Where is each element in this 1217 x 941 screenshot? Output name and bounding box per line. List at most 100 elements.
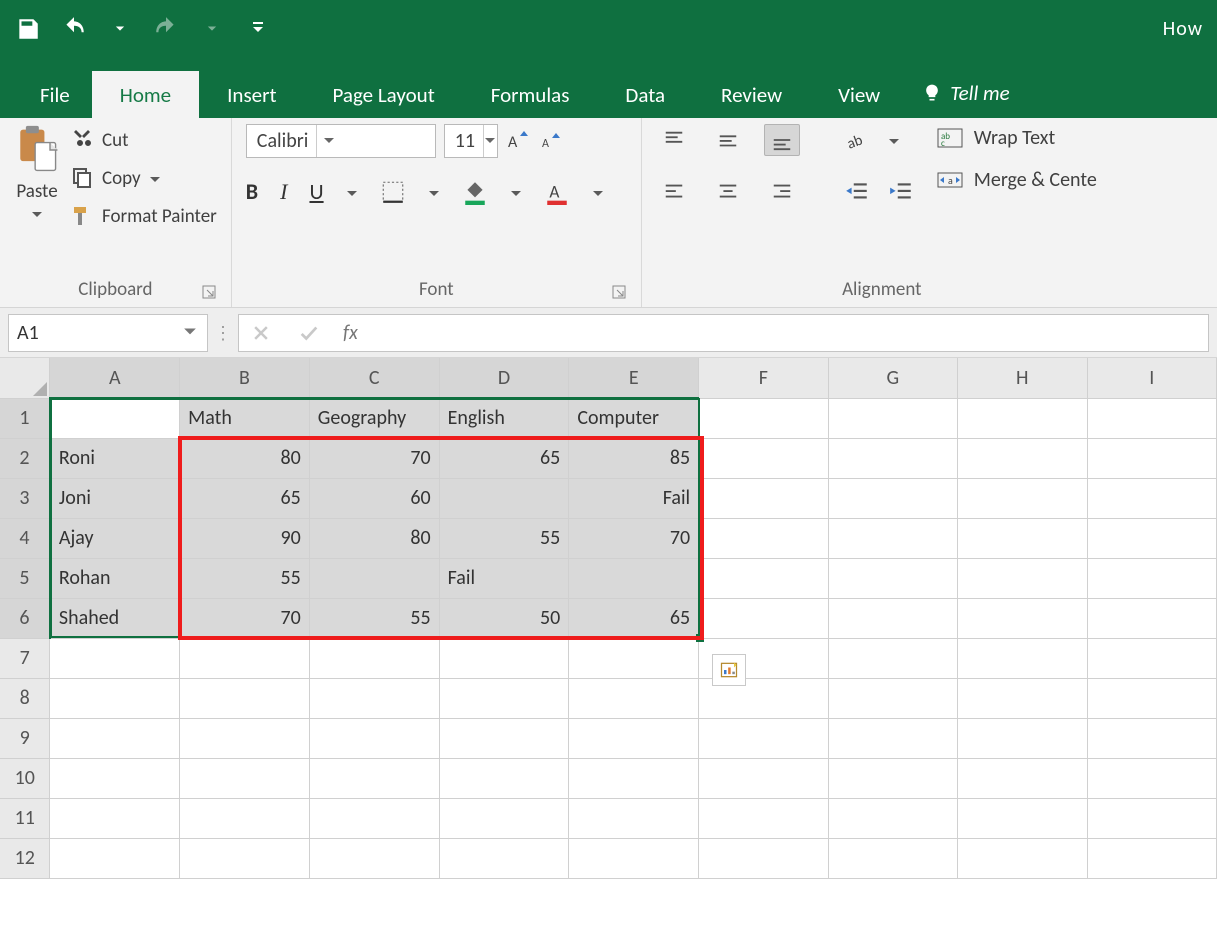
cell-H12[interactable] <box>958 838 1087 878</box>
tab-file[interactable]: File <box>30 71 92 118</box>
cell-H5[interactable] <box>958 558 1087 598</box>
cell-D1[interactable]: English <box>439 398 569 438</box>
name-box[interactable]: A1 <box>8 314 208 352</box>
increase-font-icon[interactable]: A <box>506 129 530 153</box>
font-dialog-launcher-icon[interactable] <box>611 283 627 299</box>
clipboard-dialog-launcher-icon[interactable] <box>201 283 217 299</box>
cell-A11[interactable] <box>50 798 180 838</box>
fill-color-dropdown-icon[interactable] <box>510 186 522 198</box>
cell-I4[interactable] <box>1087 518 1217 558</box>
decrease-font-icon[interactable]: A <box>538 129 562 153</box>
cell-E5[interactable] <box>569 558 699 598</box>
cell-A6[interactable]: Shahed <box>50 598 180 638</box>
cell-I11[interactable] <box>1087 798 1217 838</box>
cancel-formula-icon[interactable] <box>247 319 275 347</box>
cell-G11[interactable] <box>828 798 957 838</box>
cell-I2[interactable] <box>1087 438 1217 478</box>
row-7[interactable]: 7 <box>0 638 1217 678</box>
row-header-6[interactable]: 6 <box>0 598 50 638</box>
row-header-12[interactable]: 12 <box>0 838 50 878</box>
formula-bar[interactable]: fx <box>238 314 1209 352</box>
cell-I1[interactable] <box>1087 398 1217 438</box>
font-size-combo[interactable]: 11 <box>444 124 498 158</box>
orientation-icon[interactable]: ab <box>844 127 870 153</box>
cell-F10[interactable] <box>699 758 828 798</box>
format-painter-button[interactable]: Format Painter <box>70 204 217 228</box>
merge-center-button[interactable]: a Merge & Cente <box>936 168 1097 192</box>
worksheet-grid[interactable]: A B C D E F G H I 1 Math Geography Engli… <box>0 358 1217 879</box>
cell-E3[interactable]: Fail <box>569 478 699 518</box>
cell-B2[interactable]: 80 <box>180 438 310 478</box>
select-all-corner[interactable] <box>0 358 50 398</box>
borders-button[interactable] <box>380 179 406 205</box>
quick-analysis-icon[interactable] <box>712 654 746 686</box>
cell-G4[interactable] <box>828 518 957 558</box>
cell-D3[interactable] <box>439 478 569 518</box>
row-6[interactable]: 6 Shahed 70 55 50 65 <box>0 598 1217 638</box>
redo-button[interactable] <box>152 15 180 43</box>
cell-C11[interactable] <box>309 798 439 838</box>
cell-F2[interactable] <box>699 438 828 478</box>
cell-A2[interactable]: Roni <box>50 438 180 478</box>
cell-F1[interactable] <box>699 398 828 438</box>
cell-G3[interactable] <box>828 478 957 518</box>
orientation-dropdown-icon[interactable] <box>888 134 900 146</box>
cell-G1[interactable] <box>828 398 957 438</box>
cell-B12[interactable] <box>180 838 310 878</box>
cell-E11[interactable] <box>569 798 699 838</box>
row-3[interactable]: 3 Joni 65 60 Fail <box>0 478 1217 518</box>
row-header-9[interactable]: 9 <box>0 718 50 758</box>
row-header-10[interactable]: 10 <box>0 758 50 798</box>
row-2[interactable]: 2 Roni 80 70 65 85 <box>0 438 1217 478</box>
cell-I3[interactable] <box>1087 478 1217 518</box>
paste-dropdown-icon[interactable] <box>31 207 43 219</box>
font-size-dropdown-icon[interactable] <box>483 125 496 157</box>
copy-dropdown-icon[interactable] <box>149 172 161 184</box>
cell-D10[interactable] <box>439 758 569 798</box>
row-header-7[interactable]: 7 <box>0 638 50 678</box>
row-header-3[interactable]: 3 <box>0 478 50 518</box>
cell-F3[interactable] <box>699 478 828 518</box>
cell-D6[interactable]: 50 <box>439 598 569 638</box>
tab-review[interactable]: Review <box>693 71 810 118</box>
row-10[interactable]: 10 <box>0 758 1217 798</box>
cell-B7[interactable] <box>180 638 310 678</box>
cell-I5[interactable] <box>1087 558 1217 598</box>
col-header-H[interactable]: H <box>958 358 1087 398</box>
undo-dropdown-icon[interactable] <box>106 15 134 43</box>
cell-H11[interactable] <box>958 798 1087 838</box>
cell-E4[interactable]: 70 <box>569 518 699 558</box>
cell-H7[interactable] <box>958 638 1087 678</box>
cell-D8[interactable] <box>439 678 569 718</box>
cell-G10[interactable] <box>828 758 957 798</box>
cell-A3[interactable]: Joni <box>50 478 180 518</box>
row-4[interactable]: 4 Ajay 90 80 55 70 <box>0 518 1217 558</box>
row-11[interactable]: 11 <box>0 798 1217 838</box>
fx-label[interactable]: fx <box>343 321 358 345</box>
fill-color-button[interactable] <box>462 179 488 205</box>
decrease-indent-icon[interactable] <box>844 179 870 205</box>
align-left-icon[interactable] <box>656 176 692 208</box>
row-header-1[interactable]: 1 <box>0 398 50 438</box>
cell-C5[interactable] <box>309 558 439 598</box>
cell-F11[interactable] <box>699 798 828 838</box>
cell-G12[interactable] <box>828 838 957 878</box>
cell-A4[interactable]: Ajay <box>50 518 180 558</box>
borders-dropdown-icon[interactable] <box>428 186 440 198</box>
cell-D2[interactable]: 65 <box>439 438 569 478</box>
qat-customize-icon[interactable] <box>244 15 272 43</box>
row-header-2[interactable]: 2 <box>0 438 50 478</box>
cell-E10[interactable] <box>569 758 699 798</box>
cell-D9[interactable] <box>439 718 569 758</box>
cell-E6[interactable]: 65 <box>569 598 699 638</box>
row-1[interactable]: 1 Math Geography English Computer <box>0 398 1217 438</box>
cell-F6[interactable] <box>699 598 828 638</box>
cell-B11[interactable] <box>180 798 310 838</box>
cell-C6[interactable]: 55 <box>309 598 439 638</box>
tab-page-layout[interactable]: Page Layout <box>304 71 462 118</box>
row-header-4[interactable]: 4 <box>0 518 50 558</box>
cell-C2[interactable]: 70 <box>309 438 439 478</box>
cell-F12[interactable] <box>699 838 828 878</box>
col-header-E[interactable]: E <box>569 358 699 398</box>
cell-I7[interactable] <box>1087 638 1217 678</box>
